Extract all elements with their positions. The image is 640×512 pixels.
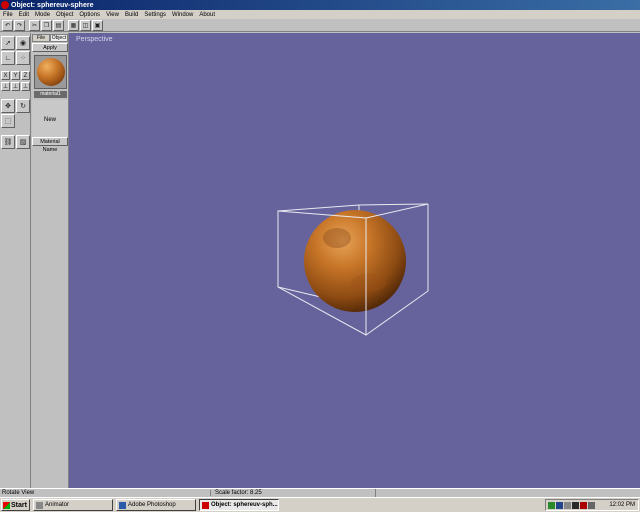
menu-build[interactable]: Build <box>122 12 141 18</box>
view-icon[interactable]: ◫ <box>80 19 91 31</box>
start-button[interactable]: Start <box>1 499 30 511</box>
menu-edit[interactable]: Edit <box>16 12 32 18</box>
task-object-window[interactable]: Object: sphereuv-sph... <box>199 499 279 511</box>
task-label: Object: sphereuv-sph... <box>211 502 278 508</box>
tab-file[interactable]: File <box>32 34 50 42</box>
task-animator[interactable]: Animator <box>33 499 113 511</box>
object-app-icon <box>202 501 209 509</box>
redo-icon[interactable]: ↷ <box>14 19 25 31</box>
taskbar: Start Animator Adobe Photoshop Object: s… <box>0 497 640 512</box>
copy-icon[interactable]: ❐ <box>41 19 52 31</box>
select-arrow-icon[interactable]: ➚ <box>1 36 15 50</box>
constraint-z-icon[interactable]: ⊥ <box>21 82 30 91</box>
material-preview-sphere <box>36 58 65 86</box>
tool-column: ➚ ◉ ∟ ⁘ X Y Z ⊥ ⊥ ⊥ ✥ ↻ ⬚ ⛓ ▨ <box>0 33 31 488</box>
tab-object[interactable]: Object <box>50 34 68 42</box>
task-photoshop[interactable]: Adobe Photoshop <box>116 499 196 511</box>
scene-canvas <box>277 203 429 336</box>
menu-bar: File Edit Mode Object Options View Build… <box>0 10 640 19</box>
grid-icon[interactable]: ▦ <box>68 19 79 31</box>
constraint-x-icon[interactable]: ⊥ <box>1 82 10 91</box>
status-pane <box>375 489 393 497</box>
status-message: Rotate View <box>2 490 35 496</box>
axis-y-button[interactable]: Y <box>11 71 20 80</box>
app-icon[interactable] <box>1 1 9 9</box>
title-bar: Object: sphereuv-sphere <box>0 0 640 10</box>
render-icon[interactable]: ▣ <box>92 19 103 31</box>
start-label: Start <box>11 501 27 509</box>
scale-icon[interactable]: ⬚ <box>1 114 15 128</box>
menu-object[interactable]: Object <box>53 12 76 18</box>
textured-sphere <box>304 210 406 312</box>
system-tray: 12:02 PM <box>545 499 639 511</box>
status-bar: Rotate View Scale factor: 8.25 <box>0 488 640 497</box>
rotate-icon[interactable]: ↻ <box>16 99 30 113</box>
windows-logo-icon <box>3 501 10 509</box>
cut-icon[interactable]: ✂ <box>29 19 40 31</box>
tray-app-icon[interactable] <box>564 501 571 509</box>
apply-button[interactable]: Apply <box>32 43 68 52</box>
animator-icon <box>36 501 43 509</box>
link-icon[interactable]: ⛓ <box>1 135 15 149</box>
tray-red-icon[interactable] <box>580 501 587 509</box>
photoshop-icon <box>119 501 126 509</box>
sphere-shading-2 <box>351 274 387 292</box>
monitor-icon[interactable] <box>572 501 579 509</box>
window-title: Object: sphereuv-sphere <box>11 1 94 9</box>
menu-file[interactable]: File <box>0 12 16 18</box>
task-label: Adobe Photoshop <box>128 502 176 508</box>
menu-options[interactable]: Options <box>76 12 103 18</box>
task-label: Animator <box>45 502 70 508</box>
material-tabs: File Object <box>32 34 68 42</box>
menu-settings[interactable]: Settings <box>141 12 169 18</box>
sphere-shading <box>323 228 351 248</box>
axis-tool-icon[interactable]: ∟ <box>1 51 15 65</box>
menu-window[interactable]: Window <box>169 12 196 18</box>
network-icon[interactable] <box>556 501 563 509</box>
material-panel: File Object Apply material1 New Material… <box>31 33 69 488</box>
eye-icon[interactable]: ◉ <box>16 36 30 50</box>
menu-view[interactable]: View <box>103 12 122 18</box>
3d-viewport[interactable]: Perspective <box>69 33 640 488</box>
paste-icon[interactable]: ▤ <box>53 19 64 31</box>
constraint-y-icon[interactable]: ⊥ <box>11 82 20 91</box>
new-material-button[interactable]: New <box>32 100 68 140</box>
axis-z-button[interactable]: Z <box>21 71 30 80</box>
material-name-button[interactable]: Material Name <box>32 137 68 153</box>
menu-mode[interactable]: Mode <box>32 12 53 18</box>
check-icon[interactable] <box>548 501 555 509</box>
points-tool-icon[interactable]: ⁘ <box>16 51 30 65</box>
axis-x-button[interactable]: X <box>1 71 10 80</box>
menu-about[interactable]: About <box>196 12 218 18</box>
material-swatch[interactable] <box>34 55 67 89</box>
hatch-icon[interactable]: ▨ <box>16 135 30 149</box>
undo-icon[interactable]: ↶ <box>2 19 13 31</box>
clock[interactable]: 12:02 PM <box>609 502 635 508</box>
status-scale-factor: Scale factor: 8.25 <box>210 490 375 496</box>
material-label: material1 <box>34 91 67 98</box>
move-icon[interactable]: ✥ <box>1 99 15 113</box>
volume-icon[interactable] <box>588 501 595 509</box>
toolbar: ↶ ↷ ✂ ❐ ▤ ▦ ◫ ▣ <box>0 19 640 32</box>
